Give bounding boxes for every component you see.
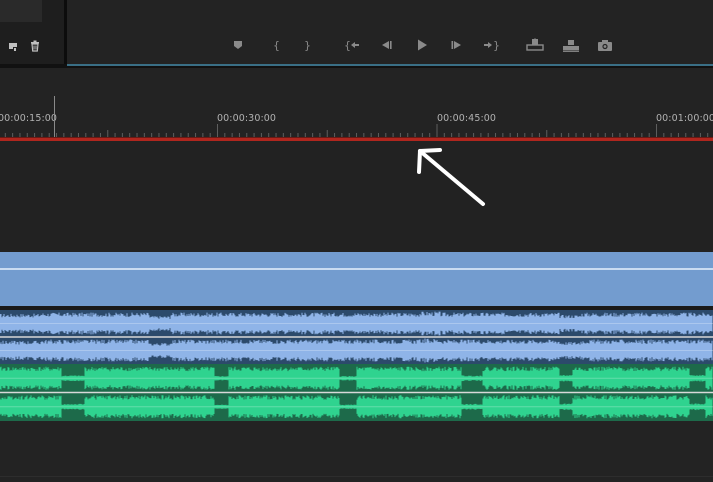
ruler-ticks	[4, 124, 709, 137]
extract-button[interactable]	[559, 36, 583, 54]
audio-waveform	[0, 366, 713, 419]
timecode-label: 00:01:00:00	[656, 113, 713, 124]
step-forward-icon	[451, 41, 461, 49]
step-back-icon	[382, 41, 392, 49]
timeline-empty-area[interactable]	[0, 421, 713, 482]
add-marker-button[interactable]	[226, 36, 250, 54]
trash-icon[interactable]	[28, 40, 42, 54]
video-clip[interactable]	[0, 252, 713, 306]
mark-in-button[interactable]: {	[264, 36, 288, 54]
export-frame-button[interactable]	[593, 36, 617, 54]
timecode-label: 00:00:30:00	[217, 113, 277, 124]
project-panel	[0, 0, 64, 64]
track-divider	[0, 476, 713, 477]
clip-opacity-line[interactable]	[0, 268, 713, 270]
lift-icon	[526, 38, 544, 51]
lift-button[interactable]	[523, 36, 547, 54]
play-icon	[418, 39, 427, 51]
annotation-arrow	[417, 148, 485, 206]
go-to-out-button[interactable]: }	[479, 36, 503, 54]
step-back-button[interactable]	[374, 36, 398, 54]
svg-text:}: }	[304, 39, 311, 52]
mark-out-button[interactable]: }	[295, 36, 319, 54]
audio-waveform	[0, 311, 713, 363]
mark-in-icon: {	[273, 39, 280, 52]
time-ruler[interactable]: 00:00:15:00 00:00:30:00 00:00:45:00 00:0…	[0, 68, 713, 142]
panel-focus-border	[67, 64, 713, 66]
go-to-in-icon: {	[344, 39, 359, 51]
go-to-in-button[interactable]: {	[340, 36, 364, 54]
playhead[interactable]	[54, 96, 55, 138]
program-monitor-controls: { } { }	[67, 0, 713, 64]
audio-clip[interactable]	[0, 364, 713, 421]
svg-text:{: {	[344, 39, 351, 51]
project-thumbnail[interactable]	[0, 0, 42, 22]
camera-icon	[598, 39, 612, 51]
timecode-label: 00:00:15:00	[0, 113, 58, 124]
extract-icon	[563, 40, 579, 52]
mark-out-icon: }	[304, 39, 311, 52]
step-forward-button[interactable]	[445, 36, 469, 54]
video-track-empty[interactable]	[0, 197, 713, 253]
play-button[interactable]	[410, 36, 434, 54]
video-track-empty[interactable]	[0, 141, 713, 198]
new-item-icon[interactable]	[6, 40, 20, 54]
timecode-label: 00:00:45:00	[437, 113, 497, 124]
marker-icon	[234, 41, 242, 49]
svg-text:{: {	[273, 39, 280, 52]
audio-clip[interactable]	[0, 310, 713, 364]
go-to-out-icon: }	[484, 39, 499, 51]
svg-text:}: }	[493, 39, 499, 51]
